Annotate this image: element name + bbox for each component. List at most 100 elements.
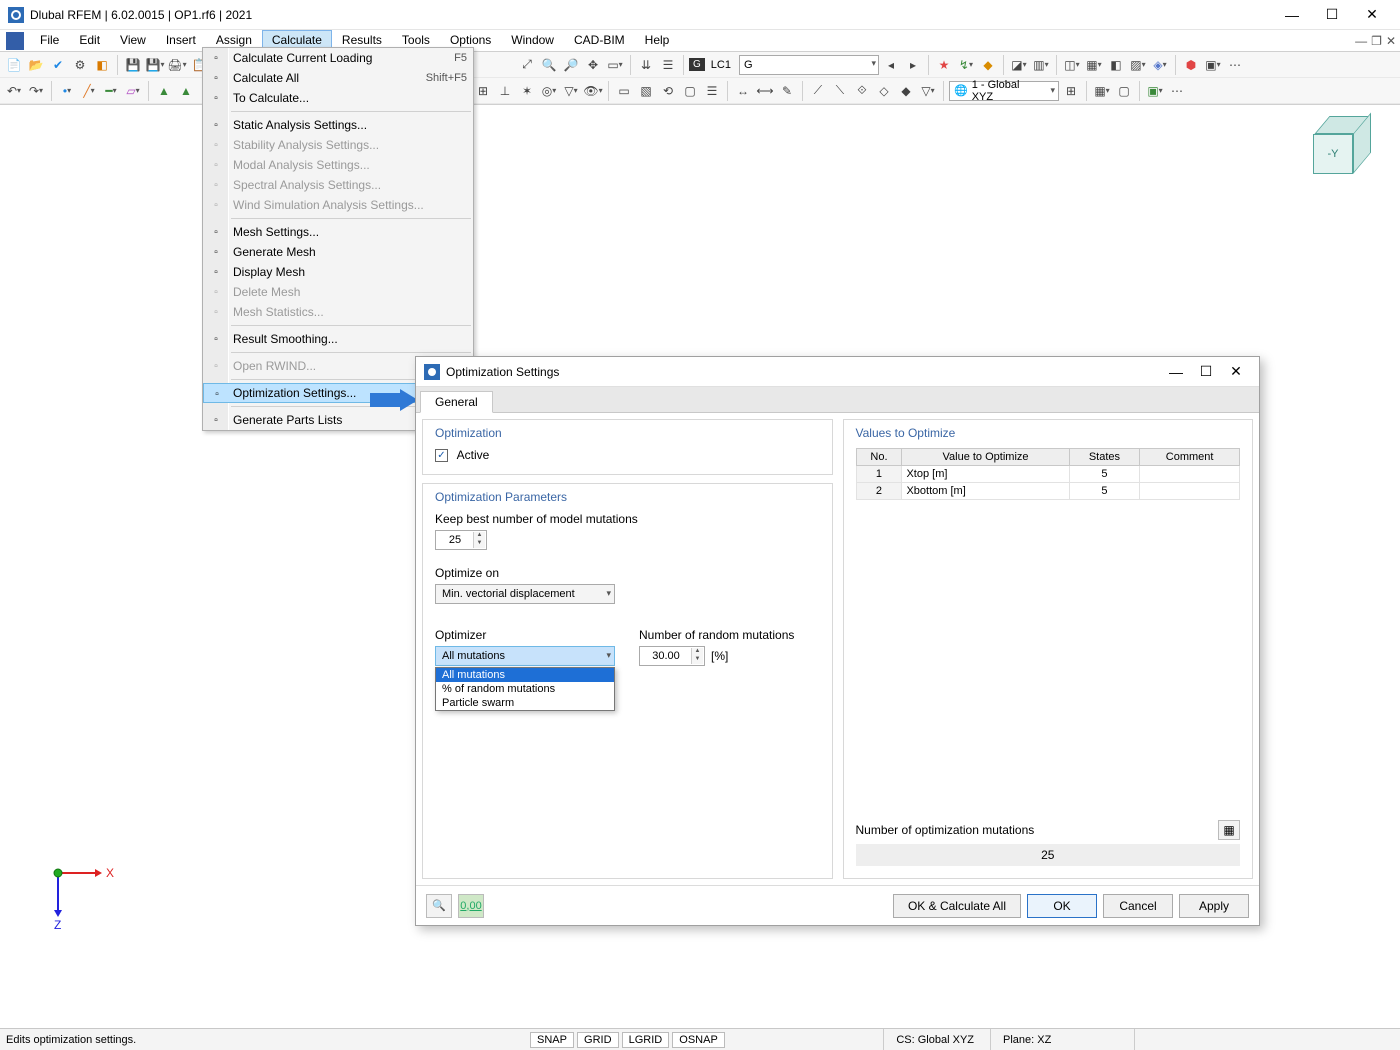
select-invert-icon[interactable]: ⟲: [658, 81, 678, 101]
table-row[interactable]: 2Xbottom [m]5: [856, 483, 1240, 500]
view-select-icon[interactable]: ▭: [605, 55, 625, 75]
surface-icon[interactable]: ▱: [123, 81, 143, 101]
calendar-icon[interactable]: ▦: [1218, 820, 1240, 840]
surfaces-icon[interactable]: ◧: [1106, 55, 1126, 75]
checkmark-icon[interactable]: ✔: [48, 55, 68, 75]
table-cell[interactable]: Xbottom [m]: [902, 483, 1069, 500]
deform-icon[interactable]: ↯: [956, 55, 976, 75]
object-snap-icon[interactable]: ◎: [539, 81, 559, 101]
menu-item-static-analysis-settings[interactable]: ▫Static Analysis Settings...: [203, 115, 473, 135]
results-toggle-icon[interactable]: ★: [934, 55, 954, 75]
menu-item-result-smoothing[interactable]: ▫Result Smoothing...: [203, 329, 473, 349]
snap-osnap[interactable]: OSNAP: [672, 1032, 725, 1048]
save-icon[interactable]: 💾: [123, 55, 143, 75]
filter-icon[interactable]: ▽: [561, 81, 581, 101]
dialog-minimize-button[interactable]: —: [1161, 358, 1191, 386]
optimizer-combo[interactable]: All mutations ▾ All mutations% of random…: [435, 646, 615, 666]
mdi-close-icon[interactable]: ✕: [1386, 34, 1396, 48]
ok-calculate-button[interactable]: OK & Calculate All: [893, 894, 1021, 918]
select-box-icon[interactable]: ▭: [614, 81, 634, 101]
table-cell[interactable]: 5: [1069, 483, 1140, 500]
pan-icon[interactable]: ✥: [583, 55, 603, 75]
calc-box-icon[interactable]: ⬢: [1181, 55, 1201, 75]
solids-icon[interactable]: ▨: [1128, 55, 1148, 75]
optimizer-option[interactable]: % of random mutations: [436, 682, 614, 696]
node-icon[interactable]: •: [57, 81, 77, 101]
menu-item-calculate-current-loading[interactable]: ▫Calculate Current LoadingF5: [203, 48, 473, 68]
edit-line-icon[interactable]: ✎: [777, 81, 797, 101]
close-button[interactable]: ✕: [1352, 1, 1392, 29]
prev-loadcase-icon[interactable]: ◂: [881, 55, 901, 75]
menu-window[interactable]: Window: [501, 30, 564, 51]
loads-scale-icon[interactable]: ☰: [658, 55, 678, 75]
active-checkbox-label[interactable]: ✓ Active: [435, 448, 489, 462]
next-loadcase-icon[interactable]: ▸: [903, 55, 923, 75]
menu-item-mesh-settings[interactable]: ▫Mesh Settings...: [203, 222, 473, 242]
view-cube-face[interactable]: -Y: [1313, 134, 1353, 174]
tool-e-icon[interactable]: ◆: [896, 81, 916, 101]
menu-item-generate-mesh[interactable]: ▫Generate Mesh: [203, 242, 473, 262]
maximize-button[interactable]: ☐: [1312, 1, 1352, 29]
coordinate-system-combo[interactable]: 🌐 1 - Global XYZ ▾: [949, 81, 1059, 101]
support-node-icon[interactable]: ▲: [154, 81, 174, 101]
members-icon[interactable]: ▦: [1084, 55, 1104, 75]
tool-b-icon[interactable]: ⟍: [830, 81, 850, 101]
mdi-minimize-icon[interactable]: —: [1355, 34, 1367, 48]
optimizer-option[interactable]: All mutations: [436, 668, 614, 682]
work-plane-icon[interactable]: ⊞: [1061, 81, 1081, 101]
visibility-icon[interactable]: 👁: [583, 81, 603, 101]
undo-icon[interactable]: ↶: [4, 81, 24, 101]
optimize-on-combo[interactable]: Min. vectorial displacement ▾: [435, 584, 615, 604]
mdi-restore-icon[interactable]: ❐: [1371, 34, 1382, 48]
snap-grid[interactable]: GRID: [577, 1032, 619, 1048]
settings-gear-icon[interactable]: ⚙: [70, 55, 90, 75]
deselect-icon[interactable]: ▢: [680, 81, 700, 101]
more-icon[interactable]: ⋯: [1225, 55, 1245, 75]
dialog-close-button[interactable]: ✕: [1221, 358, 1251, 386]
clipping-off-icon[interactable]: ▢: [1114, 81, 1134, 101]
tool-c-icon[interactable]: ⟐: [852, 81, 872, 101]
menu-insert[interactable]: Insert: [156, 30, 206, 51]
table-cell[interactable]: 5: [1069, 466, 1140, 483]
layers-icon[interactable]: ☰: [702, 81, 722, 101]
new-icon[interactable]: 📄: [4, 55, 24, 75]
dimension-icon[interactable]: ⟷: [755, 81, 775, 101]
table-cell[interactable]: 1: [856, 466, 902, 483]
select-cross-icon[interactable]: ▧: [636, 81, 656, 101]
table-cell[interactable]: [1140, 483, 1240, 500]
cancel-button[interactable]: Cancel: [1103, 894, 1173, 918]
snap-lgrid[interactable]: LGRID: [622, 1032, 670, 1048]
show-loads-icon[interactable]: ⇊: [636, 55, 656, 75]
random-mutations-input[interactable]: 30.00 ▲▼: [639, 646, 705, 666]
menu-item-to-calculate[interactable]: ▫To Calculate...: [203, 88, 473, 108]
support-line-icon[interactable]: ▲: [176, 81, 196, 101]
system-menu-icon[interactable]: [6, 32, 24, 50]
member-icon[interactable]: ━: [101, 81, 121, 101]
menu-help[interactable]: Help: [635, 30, 680, 51]
dialog-maximize-button[interactable]: ☐: [1191, 358, 1221, 386]
save-as-icon[interactable]: 💾: [145, 55, 165, 75]
menu-view[interactable]: View: [110, 30, 156, 51]
sections-icon[interactable]: ◫: [1062, 55, 1082, 75]
zoom-previous-icon[interactable]: 🔎: [561, 55, 581, 75]
values-table[interactable]: No.Value to OptimizeStatesComment1Xtop […: [856, 448, 1241, 500]
optimizer-option[interactable]: Particle swarm: [436, 696, 614, 710]
keep-best-input[interactable]: 25 ▲▼: [435, 530, 487, 550]
tool-a-icon[interactable]: ⟋: [808, 81, 828, 101]
ortho-icon[interactable]: ⊥: [495, 81, 515, 101]
menu-item-display-mesh[interactable]: ▫Display Mesh: [203, 262, 473, 282]
load-case-combo[interactable]: G▾: [739, 55, 879, 75]
menu-edit[interactable]: Edit: [69, 30, 110, 51]
menu-item-calculate-all[interactable]: ▫Calculate AllShift+F5: [203, 68, 473, 88]
units-button[interactable]: 0,00: [458, 894, 484, 918]
render-icon[interactable]: ◈: [1150, 55, 1170, 75]
line-icon[interactable]: ╱: [79, 81, 99, 101]
active-checkbox[interactable]: ✓: [435, 449, 448, 462]
results-colors-icon[interactable]: ◆: [978, 55, 998, 75]
redo-icon[interactable]: ↷: [26, 81, 46, 101]
table-row[interactable]: 1Xtop [m]5: [856, 466, 1240, 483]
print-icon[interactable]: 🖨: [167, 55, 187, 75]
menu-cadbim[interactable]: CAD-BIM: [564, 30, 635, 51]
menu-file[interactable]: File: [30, 30, 69, 51]
results-export-icon[interactable]: ▣: [1203, 55, 1223, 75]
